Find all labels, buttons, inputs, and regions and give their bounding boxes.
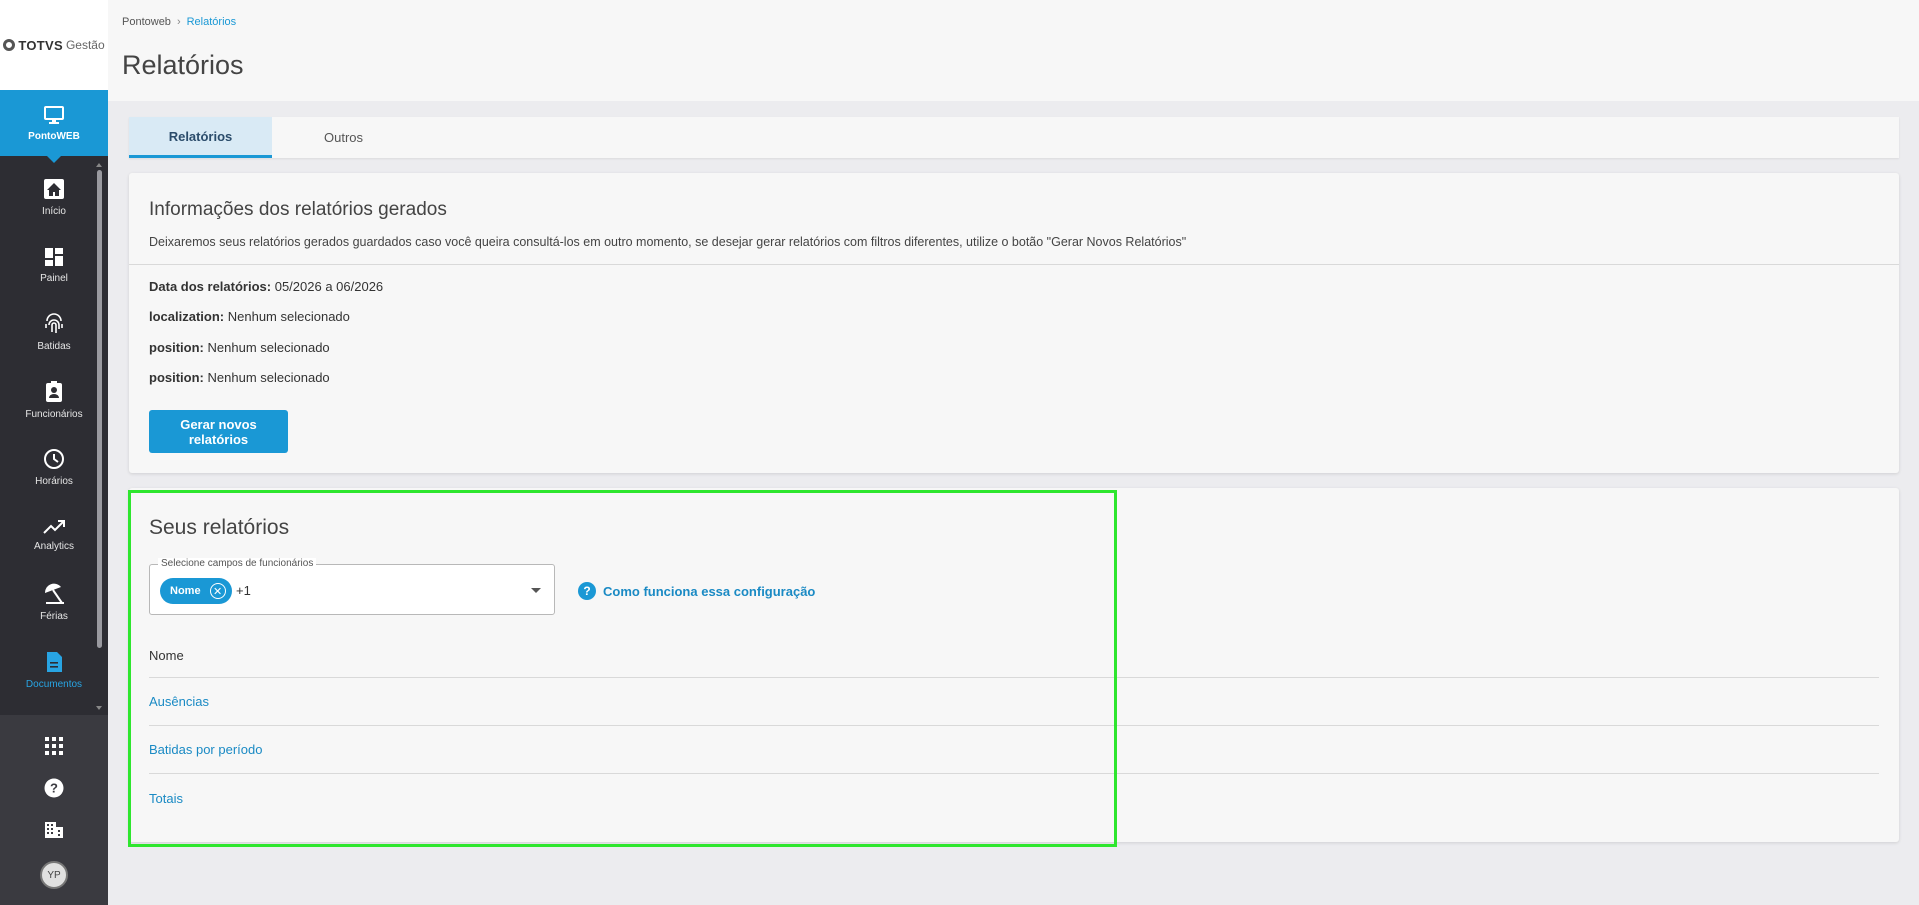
logo-brand: TOTVS [18,37,63,53]
svg-text:?: ? [50,781,58,796]
page-title: Relatórios [122,50,244,80]
trending-up-icon [43,519,65,534]
sidebar-item-painel[interactable]: Painel [0,232,108,300]
scroll-up-arrow[interactable] [96,163,102,167]
sidebar: TOTVS Gestão PontoWEB Início Painel Bati… [0,0,108,905]
info-card: Informações dos relatórios gerados Deixa… [129,173,1899,473]
building-icon [45,822,63,838]
info-row-date: Data dos relatórios: 05/2026 a 06/2026 [149,279,383,294]
table-row: Totais [149,774,1879,822]
sidebar-bottom: ? YP [0,715,108,905]
home-icon [44,179,64,200]
monitor-icon [44,105,64,124]
tab-bar: Relatórios Outros [129,117,1899,158]
table-row: Batidas por período [149,726,1879,774]
breadcrumb-current[interactable]: Relatórios [187,16,237,28]
info-row-label: localization: [149,309,225,324]
document-icon [47,651,62,672]
generate-reports-button[interactable]: Gerar novos relatórios [149,410,288,453]
sidebar-item-label: Funcionários [25,408,83,420]
info-row-value: Nenhum selecionado [227,309,350,324]
sidebar-item-label: Horários [35,476,73,488]
logo-sub: Gestão [65,38,105,52]
column-header-nome: Nome [149,648,184,663]
sidebar-item-label: Painel [40,272,68,284]
breadcrumb: Pontoweb › Relatórios [122,16,236,28]
sidebar-scrollbar[interactable] [97,170,102,648]
tab-outros[interactable]: Outros [272,117,415,158]
apps-grid-icon [45,737,63,755]
badge-icon [46,380,62,402]
user-menu[interactable]: YP [0,861,108,889]
help-link[interactable]: ? Como funciona essa configuração [578,582,815,600]
info-title: Informações dos relatórios gerados [149,199,447,220]
info-row-label: Data dos relatórios: [149,279,272,294]
help-link-label: Como funciona essa configuração [603,583,816,599]
sidebar-item-analytics[interactable]: Analytics [0,502,108,570]
beach-umbrella-icon [44,583,64,605]
info-row-position: position: Nenhum selecionado [149,340,330,355]
report-link-batidas-por-periodo[interactable]: Batidas por período [149,742,262,757]
sidebar-item-label: Batidas [37,341,71,353]
info-row-label: position: [149,370,204,385]
reports-title: Seus relatórios [149,516,290,539]
fingerprint-icon [45,313,63,334]
report-link-totais[interactable]: Totais [149,791,183,806]
info-row-value: Nenhum selecionado [207,340,330,355]
chevron-right-icon: › [176,16,181,28]
scroll-down-arrow[interactable] [96,706,102,710]
reports-card: Seus relatórios Selecione campos de func… [129,488,1899,842]
info-description: Deixaremos seus relatórios gerados guard… [149,235,1187,249]
dashboard-icon [45,247,63,266]
avatar: YP [40,861,68,889]
employee-fields-select[interactable]: Selecione campos de funcionários Nome ✕ … [149,558,555,615]
active-notch [47,156,61,163]
apps-button[interactable] [0,737,108,755]
info-row-localization: localization: Nenhum selecionado [149,309,350,324]
table-header: Nome [149,648,1879,678]
table-row: Ausências [149,678,1879,726]
info-row-value: Nenhum selecionado [207,370,330,385]
sidebar-nav: Início Painel Batidas Funcionários Horár… [0,164,108,704]
sidebar-item-inicio[interactable]: Início [0,164,108,232]
sidebar-item-label: Analytics [33,540,74,552]
page-header: Pontoweb › Relatórios Relatórios [108,0,1919,101]
sidebar-item-label: Férias [40,611,68,623]
info-row-position: position: Nenhum selecionado [149,370,330,385]
sidebar-item-pontoweb[interactable]: PontoWEB [0,90,108,163]
chevron-down-icon[interactable] [531,588,541,593]
report-link-ausencias[interactable]: Ausências [149,694,209,709]
logo: TOTVS Gestão [0,0,108,90]
sidebar-item-funcionarios[interactable]: Funcionários [0,367,108,435]
selected-chip: Nome ✕ [160,578,232,604]
company-button[interactable] [0,821,108,839]
clock-icon [44,449,64,470]
divider [129,264,1899,265]
breadcrumb-root[interactable]: Pontoweb [122,16,171,28]
chip-label: Nome [170,585,201,597]
chip-remove-icon[interactable]: ✕ [209,583,226,599]
sidebar-item-batidas[interactable]: Batidas [0,299,108,367]
select-legend: Selecione campos de funcionários [158,558,317,569]
sidebar-item-label: Documentos [25,678,83,690]
totvs-logo-icon [3,39,16,51]
help-circle-icon: ? [44,778,64,798]
info-row-label: position: [149,340,204,355]
tab-relatorios[interactable]: Relatórios [129,117,272,158]
info-row-value: 05/2026 a 06/2026 [274,279,384,294]
sidebar-item-ferias[interactable]: Férias [0,569,108,637]
sidebar-item-label: Início [42,206,66,218]
help-button[interactable]: ? [0,778,108,798]
sidebar-item-horarios[interactable]: Horários [0,434,108,502]
question-icon: ? [578,582,596,600]
sidebar-item-documentos[interactable]: Documentos [0,637,108,705]
extra-count: +1 [236,583,251,598]
sidebar-item-label: PontoWEB [28,130,80,142]
